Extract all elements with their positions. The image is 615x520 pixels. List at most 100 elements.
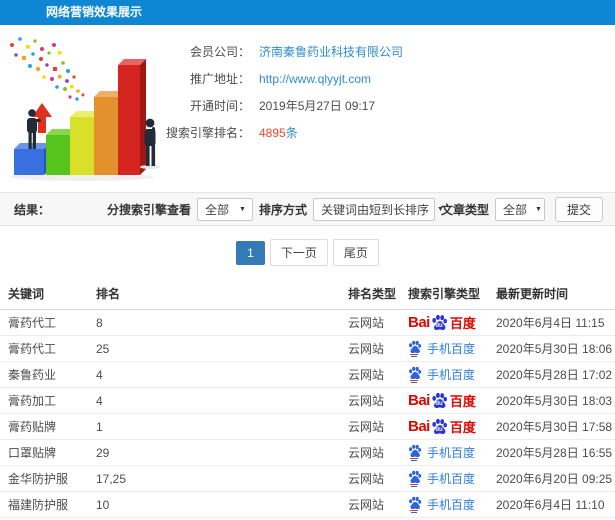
- company-name-link[interactable]: 济南秦鲁药业科技有限公司: [259, 43, 403, 60]
- baidu-logo-cn-text: 百度: [449, 316, 476, 331]
- cell-engine: 手机百度: [400, 491, 488, 518]
- ranking-count-value: 4895条: [259, 124, 298, 141]
- cell-rank-type: 云网站: [340, 491, 400, 518]
- growth-chart-clipart: [10, 37, 160, 181]
- ranking-count-number: 4895: [259, 126, 286, 140]
- mobile-baidu-badge: 手机百度: [408, 496, 475, 513]
- filter-bar: 结果： 分搜索引擎查看 全部 ▼ 排序方式 关键词由短到长排序 ▼ 文章类型 全…: [0, 192, 615, 226]
- table-row: 口罩贴牌 29 云网站 手机百度 2020年5月28日 16:55: [0, 439, 615, 466]
- filter-controls: 分搜索引擎查看 全部 ▼ 排序方式 关键词由短到长排序 ▼ 文章类型 全部 ▼ …: [106, 196, 603, 222]
- table-row: 金华防护服 17,25 云网站 手机百度 2020年6月20日 09:25: [0, 465, 615, 492]
- mobile-baidu-label: 手机百度: [427, 368, 476, 382]
- baidu-paw-icon: du: [431, 418, 448, 435]
- baidu-logo: Bai du 百度: [408, 313, 476, 332]
- column-update-time: 最新更新时间: [488, 277, 615, 310]
- cell-rank-type: 云网站: [340, 465, 400, 492]
- info-row-url: 推广地址： http://www.qlyyjt.com: [150, 65, 615, 92]
- mobile-baidu-label: 手机百度: [427, 472, 476, 486]
- sort-label: 排序方式: [258, 202, 307, 217]
- article-type-select[interactable]: 全部 ▼: [494, 197, 545, 221]
- open-time-value: 2019年5月27日 09:17: [259, 99, 376, 113]
- cell-update-time: 2020年5月28日 17:02: [488, 361, 615, 388]
- results-table: 关键词 排名 排名类型 搜索引擎类型 最新更新时间 膏药代工 8 云网站 Bai…: [0, 277, 615, 520]
- page-button-current[interactable]: 1: [236, 240, 265, 265]
- cell-engine: Bai du 百度: [400, 413, 488, 440]
- table-row: 膏药代工 25 云网站 手机百度 2020年5月30日 18:06: [0, 335, 615, 362]
- cell-rank[interactable]: 4: [88, 387, 340, 414]
- cell-update-time: 2020年6月4日 11:10: [488, 491, 615, 518]
- submit-button[interactable]: 提交: [554, 196, 603, 222]
- baidu-logo-bai-text: Bai: [408, 418, 430, 435]
- info-row-company: 会员公司： 济南秦鲁药业科技有限公司: [150, 38, 615, 65]
- cell-engine: Bai du 百度: [400, 387, 488, 414]
- baidu-logo: Bai du 百度: [408, 391, 476, 410]
- mobile-baidu-label: 手机百度: [427, 446, 476, 460]
- sort-value: 关键词由短到长排序: [320, 202, 429, 217]
- mobile-baidu-paw-icon: [408, 340, 422, 357]
- cell-engine: 手机百度: [400, 335, 488, 362]
- cell-keyword: 福建防护服: [0, 491, 88, 518]
- titlebar: 网络营销效果展示: [0, 0, 615, 25]
- engine-filter-value: 全部: [204, 202, 229, 217]
- cell-keyword: 膏药代工: [0, 309, 88, 336]
- cell-keyword: 膏药加工: [0, 387, 88, 414]
- cell-rank[interactable]: 4: [88, 361, 340, 388]
- cell-rank-type: 云网站: [340, 335, 400, 362]
- result-label: 结果：: [14, 202, 51, 217]
- bar-chart-illustration: [2, 31, 167, 183]
- cell-rank-type: 云网站: [340, 309, 400, 336]
- mobile-baidu-badge: 手机百度: [408, 444, 475, 461]
- promo-url-link[interactable]: http://www.qlyyjt.com: [259, 72, 371, 86]
- cell-rank[interactable]: 25: [88, 335, 340, 362]
- column-engine-type: 搜索引擎类型: [400, 277, 488, 310]
- cell-keyword: 口罩贴牌: [0, 439, 88, 466]
- cell-rank-type: 云网站: [340, 387, 400, 414]
- mobile-baidu-paw-icon: [408, 496, 422, 513]
- cell-rank[interactable]: 17,25: [88, 465, 340, 492]
- engine-filter-label: 分搜索引擎查看: [106, 202, 191, 217]
- column-rank: 排名: [88, 277, 340, 310]
- page-button-next[interactable]: 下一页: [269, 239, 328, 266]
- cell-rank-type: 云网站: [340, 361, 400, 388]
- cell-keyword: 金华防护服: [0, 465, 88, 492]
- ranking-count-unit: 条: [285, 126, 298, 140]
- info-row-ranking-count: 搜索引擎排名： 4895条: [150, 119, 615, 146]
- baidu-paw-icon: du: [431, 314, 448, 331]
- cell-engine: Bai du 百度: [400, 309, 488, 336]
- table-body: 膏药代工 8 云网站 Bai du 百度 2020年6月4日 11:15 膏药代…: [0, 309, 615, 520]
- engine-filter-select[interactable]: 全部 ▼: [196, 197, 253, 221]
- mobile-baidu-paw-icon: [408, 444, 422, 461]
- cell-update-time: 2020年6月20日 09:25: [488, 465, 615, 492]
- baidu-logo-bai-text: Bai: [408, 314, 430, 331]
- cell-update-time: 2020年5月30日 18:06: [488, 335, 615, 362]
- cell-rank[interactable]: 29: [88, 439, 340, 466]
- mobile-baidu-paw-icon: [408, 470, 422, 487]
- cell-keyword: 膏药贴牌: [0, 413, 88, 440]
- table-row: 秦鲁药业 4 云网站 手机百度 2020年5月28日 17:02: [0, 361, 615, 388]
- baidu-paw-icon: du: [431, 392, 448, 409]
- page-button-last[interactable]: 尾页: [332, 239, 379, 266]
- baidu-logo-du-text: du: [435, 426, 443, 433]
- table-header-row: 关键词 排名 排名类型 搜索引擎类型 最新更新时间: [0, 277, 615, 310]
- confetti-dots: [10, 37, 85, 101]
- page-title: 网络营销效果展示: [46, 5, 143, 19]
- mobile-baidu-label: 手机百度: [427, 342, 476, 356]
- cell-rank[interactable]: 8: [88, 309, 340, 336]
- cell-update-time: 2020年5月30日 18:03: [488, 387, 615, 414]
- cell-rank-type: 云网站: [340, 439, 400, 466]
- cell-update-time: 2020年5月28日 16:55: [488, 439, 615, 466]
- mobile-baidu-badge: 手机百度: [408, 366, 475, 383]
- cell-rank[interactable]: 10: [88, 491, 340, 518]
- baidu-logo-du-text: du: [435, 322, 443, 329]
- cell-engine: 手机百度: [400, 361, 488, 388]
- mobile-baidu-paw-icon: [408, 366, 422, 383]
- cell-keyword: 膏药代工: [0, 335, 88, 362]
- mobile-baidu-badge: 手机百度: [408, 340, 475, 357]
- cell-engine: 手机百度: [400, 439, 488, 466]
- baidu-logo: Bai du 百度: [408, 417, 476, 436]
- cell-rank[interactable]: 1: [88, 413, 340, 440]
- baidu-logo-du-text: du: [435, 400, 443, 407]
- column-keyword: 关键词: [0, 277, 88, 310]
- chevron-down-icon: ▼: [535, 205, 542, 213]
- sort-select[interactable]: 关键词由短到长排序 ▼: [312, 197, 444, 221]
